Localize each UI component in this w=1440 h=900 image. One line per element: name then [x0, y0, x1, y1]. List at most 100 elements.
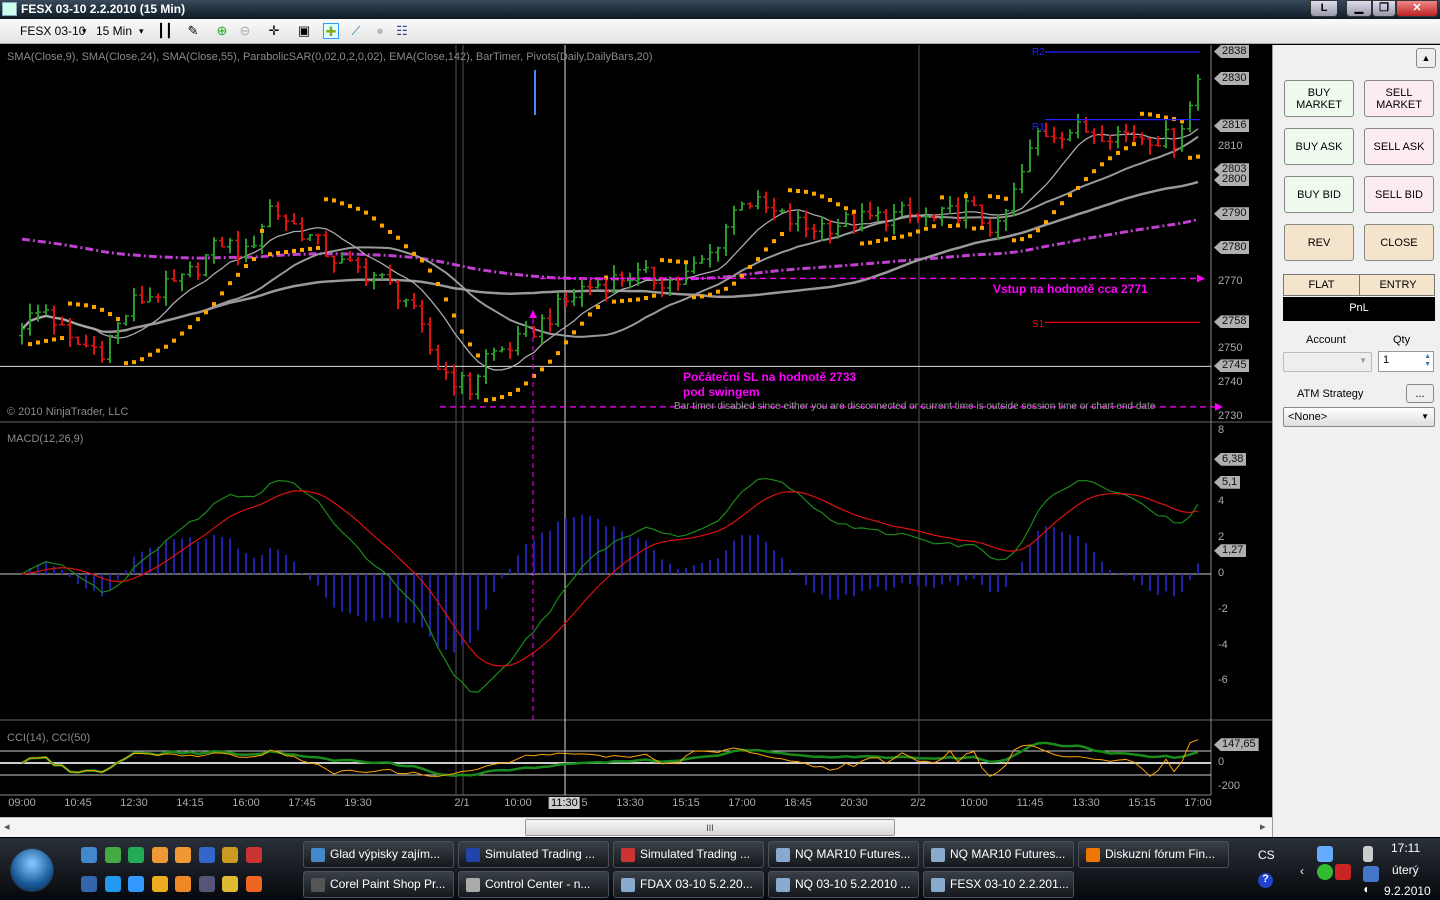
quick-launch-icon[interactable]: [222, 847, 238, 863]
taskbar-button[interactable]: Glad výpisky zajím...: [303, 841, 454, 868]
help-icon[interactable]: ?: [1258, 873, 1273, 888]
buy-bid-button[interactable]: BUY BID: [1284, 176, 1354, 213]
sar-dot: [364, 210, 368, 215]
sar-dot: [660, 258, 664, 263]
sar-dot: [500, 395, 504, 400]
network-icon[interactable]: [1363, 866, 1379, 882]
sar-dot: [580, 321, 584, 326]
quick-launch-icon[interactable]: [151, 847, 168, 863]
sar-dot: [188, 325, 192, 330]
taskbar-button[interactable]: Diskuzní fórum Fin...: [1078, 841, 1229, 868]
minimize-button[interactable]: ▁: [1346, 0, 1372, 17]
clock-day[interactable]: úterý: [1392, 863, 1419, 877]
sar-dot: [748, 264, 752, 269]
quick-launch-icon[interactable]: [222, 876, 238, 892]
buy-ask-button[interactable]: BUY ASK: [1284, 128, 1354, 165]
sar-dot: [644, 295, 648, 300]
sar-dot: [964, 194, 968, 199]
quick-launch-icon[interactable]: [128, 847, 144, 863]
taskbar-button[interactable]: NQ MAR10 Futures...: [768, 841, 919, 868]
update-icon[interactable]: [1317, 864, 1333, 880]
scroll-thumb[interactable]: III: [525, 819, 895, 836]
sar-dot: [308, 246, 312, 251]
buy-market-button[interactable]: BUY MARKET: [1284, 80, 1354, 117]
time-axis-label: 17:45: [288, 797, 316, 809]
sar-dot: [124, 361, 128, 366]
volume-icon[interactable]: ◖: [1362, 882, 1369, 896]
quick-launch-icon[interactable]: [245, 847, 262, 863]
chart-area[interactable]: SMA(Close,9), SMA(Close,24), SMA(Close,5…: [0, 45, 1272, 817]
position-status: FLAT ENTRY: [1283, 274, 1435, 296]
reverse-button[interactable]: REV: [1284, 224, 1354, 261]
sar-dot: [980, 225, 984, 230]
sar-dot: [844, 206, 848, 211]
sar-dot: [684, 260, 688, 265]
quick-launch-icon[interactable]: [151, 876, 168, 892]
network-app-icon[interactable]: [1317, 846, 1333, 862]
sar-dot: [452, 313, 456, 318]
quick-launch-icon[interactable]: [198, 847, 215, 863]
panel-scroll-up[interactable]: ▲: [1416, 48, 1436, 68]
pivot-r1-label: R1: [1032, 122, 1045, 133]
sar-dot: [1044, 220, 1048, 225]
scroll-right-arrow[interactable]: ▸: [1260, 820, 1266, 833]
sar-dot: [164, 344, 168, 349]
sar-dot: [796, 189, 800, 194]
taskbar-button[interactable]: FESX 03-10 2.2.201...: [923, 871, 1074, 898]
language-indicator[interactable]: CS: [1258, 848, 1275, 862]
taskbar-button[interactable]: Corel Paint Shop Pr...: [303, 871, 454, 898]
close-position-button[interactable]: CLOSE: [1364, 224, 1434, 261]
atm-strategy-select[interactable]: <None> ▼: [1283, 407, 1435, 427]
start-button[interactable]: [10, 848, 54, 892]
horizontal-scrollbar[interactable]: ◂ III ▸: [0, 817, 1272, 837]
quick-launch-icon[interactable]: [245, 876, 262, 892]
sar-dot: [180, 331, 184, 336]
account-select[interactable]: ▼: [1283, 352, 1372, 372]
maximize-button[interactable]: ❐: [1372, 0, 1396, 17]
time-axis-label: 2/2: [910, 797, 926, 809]
close-window-button[interactable]: ✕: [1396, 0, 1438, 17]
qty-stepper[interactable]: 1 ▲ ▼: [1378, 351, 1434, 372]
sar-dot: [1108, 156, 1112, 161]
scroll-left-arrow[interactable]: ◂: [4, 820, 10, 833]
sar-dot: [1100, 162, 1104, 167]
sar-dot: [404, 244, 408, 249]
stop-annotation-line1: Počáteční SL na hodnotě 2733: [683, 370, 857, 384]
quick-launch-icon[interactable]: [198, 876, 215, 892]
taskbar-button[interactable]: FDAX 03-10 5.2.20...: [613, 871, 764, 898]
sar-dot: [1116, 150, 1120, 155]
sar-dot: [372, 216, 376, 221]
macd-line: [21, 477, 1199, 693]
sar-dot: [508, 391, 512, 396]
quick-launch-icon[interactable]: [104, 847, 121, 863]
sar-dot: [564, 340, 568, 345]
sar-dot: [60, 335, 64, 340]
quick-launch-icon[interactable]: [104, 876, 121, 892]
taskbar-button[interactable]: NQ 03-10 5.2.2010 ...: [768, 871, 919, 898]
quick-launch-icon[interactable]: [81, 876, 97, 892]
power-icon[interactable]: [1363, 846, 1373, 862]
sell-market-button[interactable]: SELL MARKET: [1364, 80, 1434, 117]
sell-ask-button[interactable]: SELL ASK: [1364, 128, 1434, 165]
extra-window-button[interactable]: L: [1310, 0, 1338, 17]
time-axis-label: 20:30: [840, 797, 868, 809]
sar-dot: [636, 297, 640, 302]
taskbar-button[interactable]: Simulated Trading ...: [458, 841, 609, 868]
clock-date[interactable]: 9.2.2010: [1384, 884, 1431, 898]
taskbar-button[interactable]: Simulated Trading ...: [613, 841, 764, 868]
sar-dot: [148, 352, 152, 357]
quick-launch-icon[interactable]: [175, 876, 191, 892]
quick-launch-icon[interactable]: [128, 876, 144, 892]
quick-launch-icon[interactable]: [175, 847, 191, 863]
quick-launch-icon[interactable]: [81, 847, 97, 863]
show-hidden-icons[interactable]: ‹: [1300, 864, 1304, 878]
taskbar-button[interactable]: NQ MAR10 Futures...: [923, 841, 1074, 868]
indicator-list: SMA(Close,9), SMA(Close,24), SMA(Close,5…: [7, 51, 653, 63]
price-tag: 2800: [1214, 173, 1250, 187]
clock-time[interactable]: 17:11: [1391, 841, 1420, 855]
atm-options-button[interactable]: ...: [1406, 384, 1434, 403]
task-app-icon: [931, 878, 945, 892]
antivirus-icon[interactable]: [1335, 864, 1351, 880]
taskbar-button[interactable]: Control Center - n...: [458, 871, 609, 898]
sell-bid-button[interactable]: SELL BID: [1364, 176, 1434, 213]
